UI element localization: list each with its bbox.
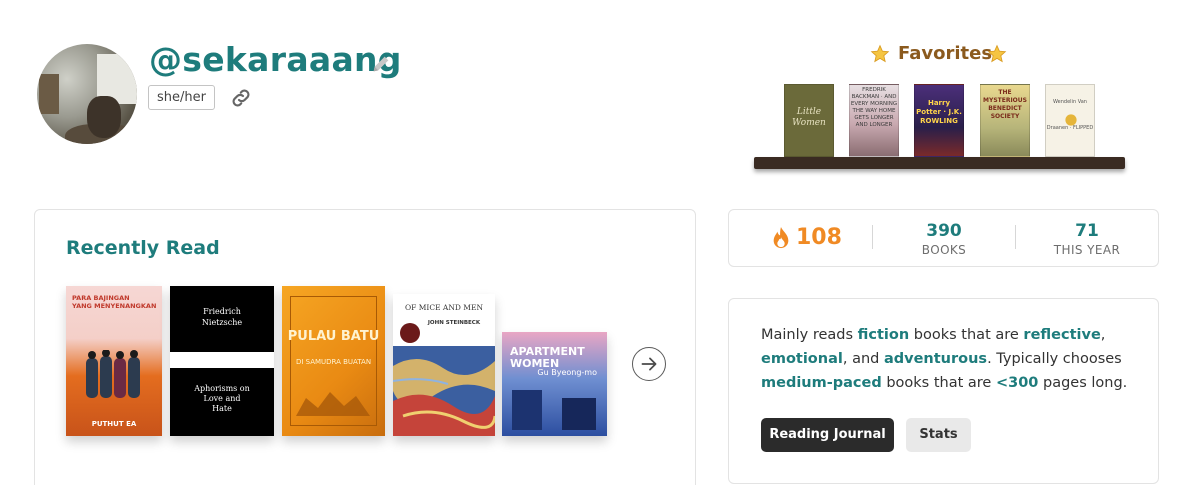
favorite-book[interactable]: FREDRIK BACKMAN · AND EVERY MORNING THE … [849,84,899,157]
books-label: BOOKS [921,243,967,257]
reading-journal-button[interactable]: Reading Journal [761,418,894,452]
favorite-book-title: Harry Potter · J.K. ROWLING [916,99,962,125]
favorite-book[interactable]: Little Women [784,84,834,157]
books-count[interactable]: 390 [900,221,988,241]
stats-button[interactable]: Stats [906,418,971,452]
book-cover[interactable]: PULAU BATU DI SAMUDRA BUATAN [282,286,385,436]
pages-tag[interactable]: <300 [996,375,1038,391]
book-title: Aphorisms on Love and Hate [194,384,250,413]
star-icon [987,44,1007,63]
bookshelf [754,157,1125,169]
book-title: PULAU BATU [287,329,380,344]
avatar[interactable] [37,44,137,144]
book-title: PARA BAJINGAN [72,294,130,302]
pencil-icon[interactable] [370,53,392,75]
this-year-label: THIS YEAR [1053,243,1121,257]
streak-number: 108 [796,225,842,250]
username: @sekaraaang [149,40,402,79]
pace-tag[interactable]: medium-paced [761,375,882,391]
favorites-header: Favorites [870,43,1010,67]
genre-tag[interactable]: fiction [858,327,910,343]
book-cover[interactable]: APARTMENT WOMEN Gu Byeong-mo [502,332,607,436]
book-title: YANG MENYENANGKAN [72,302,157,310]
book-cover[interactable]: Friedrich Nietzsche Aphorisms on Love an… [170,286,274,436]
book-author: PUTHUT EA [91,420,137,428]
favorite-book-title: THE MYSTERIOUS BENEDICT SOCIETY [983,89,1027,120]
book-cover[interactable]: PARA BAJINGAN YANG MENYENANGKAN PUTHUT E… [66,286,162,436]
favorite-book[interactable]: THE MYSTERIOUS BENEDICT SOCIETY [980,84,1030,157]
mood-tag[interactable]: adventurous [884,351,987,367]
mood-tag[interactable]: reflective [1023,327,1100,343]
book-subtitle: DI SAMUDRA BUATAN [295,358,372,366]
favorite-book[interactable]: Harry Potter · J.K. ROWLING [914,84,964,157]
fire-icon [773,227,789,249]
favorite-book-title: FREDRIK BACKMAN · AND EVERY MORNING THE … [850,87,898,128]
this-year-count[interactable]: 71 [1043,221,1131,241]
link-icon[interactable] [229,86,253,110]
next-arrow-button[interactable] [632,347,666,381]
favorites-title: Favorites [898,43,993,64]
divider [872,225,873,249]
favorite-book-title: Little Women [792,107,826,128]
favorite-book[interactable]: Wendelin Van Draanen · FLIPPED [1045,84,1095,157]
streak-counter: 108 [770,224,842,254]
book-author: Friedrich Nietzsche [201,307,243,327]
book-author: Gu Byeong-mo [537,368,597,377]
star-icon [870,44,890,63]
book-title: APARTMENT WOMEN [510,345,585,370]
book-cover[interactable]: OF MICE AND MEN JOHN STEINBECK [393,294,495,436]
mood-tag[interactable]: emotional [761,351,843,367]
pronoun-badge: she/her [148,85,215,110]
recently-read-title: Recently Read [66,237,220,259]
divider [1015,225,1016,249]
reading-summary-text: Mainly reads fiction books that are refl… [761,327,1128,391]
book-title: OF MICE AND MEN [404,303,484,312]
